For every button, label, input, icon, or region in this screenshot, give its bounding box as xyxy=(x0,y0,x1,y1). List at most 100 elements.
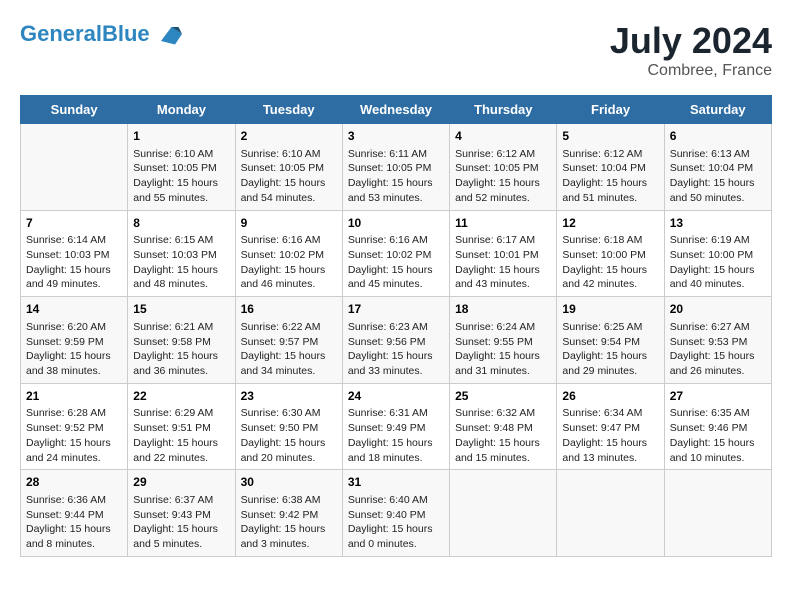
header-wednesday: Wednesday xyxy=(342,96,449,124)
day-number: 13 xyxy=(670,215,766,232)
day-number: 7 xyxy=(26,215,122,232)
header-sunday: Sunday xyxy=(21,96,128,124)
page-header: GeneralBlue July 2024 Combree, France xyxy=(20,20,772,80)
logo-line2: Blue xyxy=(102,21,150,46)
week-row-5: 28 Sunrise: 6:36 AMSunset: 9:44 PMDayligh… xyxy=(21,470,772,557)
day-info: Sunrise: 6:28 AMSunset: 9:52 PMDaylight:… xyxy=(26,406,122,465)
day-info: Sunrise: 6:32 AMSunset: 9:48 PMDaylight:… xyxy=(455,406,551,465)
location: Combree, France xyxy=(610,62,772,80)
day-number: 21 xyxy=(26,388,122,405)
day-number: 19 xyxy=(562,301,658,318)
day-number: 28 xyxy=(26,474,122,491)
calendar-cell: 23Sunrise: 6:30 AMSunset: 9:50 PMDayligh… xyxy=(235,383,342,470)
calendar-table: SundayMondayTuesdayWednesdayThursdayFrid… xyxy=(20,95,772,557)
header-friday: Friday xyxy=(557,96,664,124)
day-info: Sunrise: 6:15 AMSunset: 10:03 PMDaylight… xyxy=(133,233,229,292)
calendar-cell: 15 Sunrise: 6:21 AMSunset: 9:58 PMDayligh… xyxy=(128,297,235,384)
calendar-cell: 26Sunrise: 6:34 AMSunset: 9:47 PMDayligh… xyxy=(557,383,664,470)
day-info: Sunrise: 6:18 AMSunset: 10:00 PMDaylight… xyxy=(562,233,658,292)
logo-icon xyxy=(154,20,182,48)
day-number: 8 xyxy=(133,215,229,232)
calendar-cell: 8Sunrise: 6:15 AMSunset: 10:03 PMDayligh… xyxy=(128,210,235,297)
day-info: Sunrise: 6:12 AMSunset: 10:04 PMDaylight… xyxy=(562,147,658,206)
calendar-cell: 6 Sunrise: 6:13 AMSunset: 10:04 PMDayligh… xyxy=(664,124,771,211)
day-info: Sunrise: 6:36 AMSunset: 9:44 PMDaylight:… xyxy=(26,493,122,552)
day-number: 15 xyxy=(133,301,229,318)
calendar-cell: 11Sunrise: 6:17 AMSunset: 10:01 PMDaylig… xyxy=(450,210,557,297)
day-number: 14 xyxy=(26,301,122,318)
day-number: 20 xyxy=(670,301,766,318)
day-number: 25 xyxy=(455,388,551,405)
day-info: Sunrise: 6:14 AMSunset: 10:03 PMDaylight… xyxy=(26,233,122,292)
calendar-cell: 2 Sunrise: 6:10 AMSunset: 10:05 PMDayligh… xyxy=(235,124,342,211)
title-block: July 2024 Combree, France xyxy=(610,20,772,80)
day-info: Sunrise: 6:24 AMSunset: 9:55 PMDaylight:… xyxy=(455,320,551,379)
day-info: Sunrise: 6:22 AMSunset: 9:57 PMDaylight:… xyxy=(241,320,337,379)
day-info: Sunrise: 6:38 AMSunset: 9:42 PMDaylight:… xyxy=(241,493,337,552)
day-info: Sunrise: 6:30 AMSunset: 9:50 PMDaylight:… xyxy=(241,406,337,465)
calendar-header-row: SundayMondayTuesdayWednesdayThursdayFrid… xyxy=(21,96,772,124)
day-number: 18 xyxy=(455,301,551,318)
header-monday: Monday xyxy=(128,96,235,124)
day-info: Sunrise: 6:40 AMSunset: 9:40 PMDaylight:… xyxy=(348,493,444,552)
day-number: 26 xyxy=(562,388,658,405)
day-number: 23 xyxy=(241,388,337,405)
day-number: 6 xyxy=(670,128,766,145)
calendar-cell xyxy=(557,470,664,557)
week-row-1: 1Sunrise: 6:10 AMSunset: 10:05 PMDayligh… xyxy=(21,124,772,211)
day-info: Sunrise: 6:17 AMSunset: 10:01 PMDaylight… xyxy=(455,233,551,292)
calendar-cell: 3 Sunrise: 6:11 AMSunset: 10:05 PMDayligh… xyxy=(342,124,449,211)
day-number: 2 xyxy=(241,128,337,145)
day-number: 11 xyxy=(455,215,551,232)
day-info: Sunrise: 6:23 AMSunset: 9:56 PMDaylight:… xyxy=(348,320,444,379)
logo: GeneralBlue xyxy=(20,20,182,48)
day-info: Sunrise: 6:29 AMSunset: 9:51 PMDaylight:… xyxy=(133,406,229,465)
week-row-3: 14 Sunrise: 6:20 AMSunset: 9:59 PMDayligh… xyxy=(21,297,772,384)
day-number: 12 xyxy=(562,215,658,232)
calendar-cell: 10Sunrise: 6:16 AMSunset: 10:02 PMDaylig… xyxy=(342,210,449,297)
calendar-cell: 7Sunrise: 6:14 AMSunset: 10:03 PMDayligh… xyxy=(21,210,128,297)
calendar-cell xyxy=(664,470,771,557)
day-info: Sunrise: 6:20 AMSunset: 9:59 PMDaylight:… xyxy=(26,320,122,379)
logo-text: GeneralBlue xyxy=(20,22,150,46)
calendar-cell: 12Sunrise: 6:18 AMSunset: 10:00 PMDaylig… xyxy=(557,210,664,297)
day-info: Sunrise: 6:11 AMSunset: 10:05 PMDaylight… xyxy=(348,147,444,206)
calendar-cell: 21Sunrise: 6:28 AMSunset: 9:52 PMDayligh… xyxy=(21,383,128,470)
day-number: 9 xyxy=(241,215,337,232)
calendar-cell: 27Sunrise: 6:35 AMSunset: 9:46 PMDayligh… xyxy=(664,383,771,470)
day-info: Sunrise: 6:13 AMSunset: 10:04 PMDaylight… xyxy=(670,147,766,206)
calendar-cell: 17Sunrise: 6:23 AMSunset: 9:56 PMDayligh… xyxy=(342,297,449,384)
day-info: Sunrise: 6:37 AMSunset: 9:43 PMDaylight:… xyxy=(133,493,229,552)
day-info: Sunrise: 6:16 AMSunset: 10:02 PMDaylight… xyxy=(348,233,444,292)
day-number: 27 xyxy=(670,388,766,405)
day-number: 31 xyxy=(348,474,444,491)
week-row-2: 7Sunrise: 6:14 AMSunset: 10:03 PMDayligh… xyxy=(21,210,772,297)
calendar-cell: 25Sunrise: 6:32 AMSunset: 9:48 PMDayligh… xyxy=(450,383,557,470)
calendar-cell: 20 Sunrise: 6:27 AMSunset: 9:53 PMDayligh… xyxy=(664,297,771,384)
calendar-cell: 31 Sunrise: 6:40 AMSunset: 9:40 PMDayligh… xyxy=(342,470,449,557)
day-info: Sunrise: 6:21 AMSunset: 9:58 PMDaylight:… xyxy=(133,320,229,379)
day-info: Sunrise: 6:10 AMSunset: 10:05 PMDaylight… xyxy=(133,147,229,206)
calendar-cell: 9Sunrise: 6:16 AMSunset: 10:02 PMDayligh… xyxy=(235,210,342,297)
day-number: 10 xyxy=(348,215,444,232)
day-number: 3 xyxy=(348,128,444,145)
day-number: 30 xyxy=(241,474,337,491)
day-number: 22 xyxy=(133,388,229,405)
day-info: Sunrise: 6:31 AMSunset: 9:49 PMDaylight:… xyxy=(348,406,444,465)
day-number: 24 xyxy=(348,388,444,405)
header-thursday: Thursday xyxy=(450,96,557,124)
day-info: Sunrise: 6:10 AMSunset: 10:05 PMDaylight… xyxy=(241,147,337,206)
calendar-cell: 4 Sunrise: 6:12 AMSunset: 10:05 PMDayligh… xyxy=(450,124,557,211)
week-row-4: 21Sunrise: 6:28 AMSunset: 9:52 PMDayligh… xyxy=(21,383,772,470)
calendar-cell: 14 Sunrise: 6:20 AMSunset: 9:59 PMDayligh… xyxy=(21,297,128,384)
calendar-cell: 28 Sunrise: 6:36 AMSunset: 9:44 PMDayligh… xyxy=(21,470,128,557)
header-saturday: Saturday xyxy=(664,96,771,124)
calendar-cell: 16Sunrise: 6:22 AMSunset: 9:57 PMDayligh… xyxy=(235,297,342,384)
day-info: Sunrise: 6:27 AMSunset: 9:53 PMDaylight:… xyxy=(670,320,766,379)
day-info: Sunrise: 6:12 AMSunset: 10:05 PMDaylight… xyxy=(455,147,551,206)
day-number: 4 xyxy=(455,128,551,145)
month-title: July 2024 xyxy=(610,20,772,62)
calendar-cell: 13Sunrise: 6:19 AMSunset: 10:00 PMDaylig… xyxy=(664,210,771,297)
day-number: 29 xyxy=(133,474,229,491)
calendar-cell: 30 Sunrise: 6:38 AMSunset: 9:42 PMDayligh… xyxy=(235,470,342,557)
